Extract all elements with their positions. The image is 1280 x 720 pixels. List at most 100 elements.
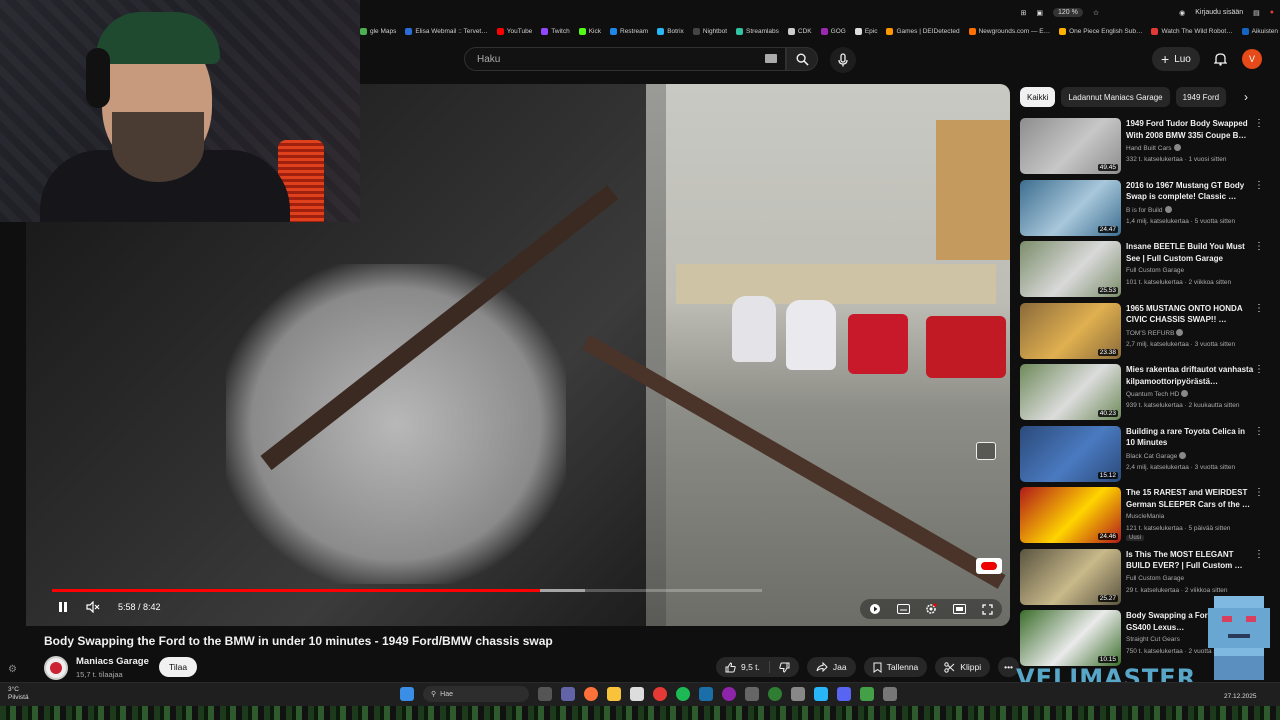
video-thumbnail[interactable]: 25.53: [1020, 241, 1121, 297]
bookmark-item[interactable]: Epic: [854, 28, 877, 35]
clip-button[interactable]: Klippi: [935, 657, 991, 677]
chip-all[interactable]: Kaikki: [1020, 87, 1056, 107]
search-input[interactable]: Haku: [464, 47, 786, 71]
video-thumbnail[interactable]: 40.23: [1020, 364, 1121, 420]
recommendation-item[interactable]: 24.47 2016 to 1967 Mustang GT Body Swap i…: [1020, 178, 1270, 240]
recommendation-channel[interactable]: B is for Build: [1126, 205, 1172, 214]
recommendation-item[interactable]: 15.12 Building a rare Toyota Celica in 10…: [1020, 424, 1270, 486]
miniplayer-icon[interactable]: [976, 442, 996, 460]
video-thumbnail[interactable]: 15.12: [1020, 425, 1121, 482]
recommendation-title[interactable]: 1949 Ford Tudor Body Swapped With 2008 B…: [1126, 118, 1256, 141]
notifications-button[interactable]: [1208, 47, 1232, 71]
discord-icon[interactable]: [837, 687, 851, 701]
recommendation-item[interactable]: 49.45 1949 Ford Tudor Body Swapped With 2…: [1020, 116, 1270, 178]
more-vertical-icon[interactable]: ⋮: [1254, 487, 1264, 498]
weather-widget[interactable]: 3°C Pilvistä: [8, 686, 29, 702]
bookmark-item[interactable]: Watch The Wild Robot…: [1151, 28, 1233, 35]
bookmark-item[interactable]: YouTube: [496, 28, 532, 35]
fullscreen-icon[interactable]: [980, 602, 994, 616]
bookmark-item[interactable]: Kick: [578, 28, 601, 35]
theater-mode-icon[interactable]: [952, 602, 966, 616]
recommendation-channel[interactable]: MuscleMania: [1126, 513, 1164, 520]
mute-icon[interactable]: [86, 601, 100, 613]
video-thumbnail[interactable]: 23.38: [1020, 302, 1121, 359]
more-vertical-icon[interactable]: ⋮: [1254, 426, 1264, 437]
more-vertical-icon[interactable]: ⋮: [1254, 303, 1264, 314]
autoplay-icon[interactable]: [868, 602, 882, 616]
extensions-icon[interactable]: ▤: [1253, 9, 1260, 17]
video-thumbnail[interactable]: 10.15: [1020, 610, 1121, 666]
xbox-icon[interactable]: [768, 687, 782, 701]
reader-icon[interactable]: ⊞: [1021, 9, 1027, 17]
recommendation-item[interactable]: 24.46 The 15 RAREST and WEIRDEST German S…: [1020, 485, 1270, 547]
bookmark-item[interactable]: gle Maps: [360, 28, 396, 35]
app-icon[interactable]: [883, 687, 897, 701]
firefox-icon[interactable]: [584, 687, 598, 701]
recommendation-channel[interactable]: Full Custom Garage: [1126, 575, 1184, 582]
save-button[interactable]: Tallenna: [863, 657, 928, 677]
spotify-icon[interactable]: [676, 687, 690, 701]
recommendation-item[interactable]: 23.38 1965 MUSTANG ONTO HONDA CIVIC CHASS…: [1020, 301, 1270, 363]
pause-icon[interactable]: [58, 601, 68, 613]
bookmark-item[interactable]: CDK: [787, 28, 812, 35]
channel-watermark-icon[interactable]: [976, 558, 1002, 574]
favorite-star-icon[interactable]: ☆: [1093, 9, 1099, 17]
bookmark-item[interactable]: Elisa Webmail :: Tervet…: [405, 28, 488, 35]
recommendation-title[interactable]: The 15 RAREST and WEIRDEST German SLEEPE…: [1126, 487, 1256, 510]
more-vertical-icon[interactable]: ⋮: [1254, 549, 1264, 560]
keyboard-icon[interactable]: [765, 54, 777, 63]
bookmark-item[interactable]: Newgrounds.com — E…: [968, 28, 1050, 35]
bookmark-item[interactable]: Streamlabs: [736, 28, 779, 35]
task-view-icon[interactable]: [538, 687, 552, 701]
more-vertical-icon[interactable]: ⋮: [1254, 241, 1264, 252]
bookmark-item[interactable]: Nightbot: [692, 28, 727, 35]
tab-icon[interactable]: ▣: [1036, 9, 1043, 17]
file-explorer-icon[interactable]: [607, 687, 621, 701]
recommendation-title[interactable]: Insane BEETLE Build You Must See | Full …: [1126, 241, 1256, 264]
recommendation-channel[interactable]: Straight Cut Gears: [1126, 636, 1180, 643]
chip-1949-ford[interactable]: 1949 Ford: [1175, 87, 1227, 107]
channel-name[interactable]: Maniacs Garage: [76, 656, 149, 667]
chip-uploaded-by[interactable]: Ladannut Maniacs Garage: [1061, 87, 1170, 107]
recommendation-title[interactable]: 1965 MUSTANG ONTO HONDA CIVIC CHASSIS SW…: [1126, 303, 1256, 326]
more-vertical-icon[interactable]: ⋮: [1254, 364, 1264, 375]
more-vertical-icon[interactable]: ⋮: [1254, 118, 1264, 129]
profile-icon[interactable]: ◉: [1179, 9, 1185, 17]
recommendation-channel[interactable]: TOM'S REFURB: [1126, 328, 1184, 337]
app-icon[interactable]: [860, 687, 874, 701]
video-thumbnail[interactable]: 24.46: [1020, 487, 1121, 543]
create-button[interactable]: + Luo: [1152, 47, 1200, 71]
progress-bar[interactable]: [52, 589, 762, 592]
more-vertical-icon[interactable]: ⋮: [1254, 180, 1264, 191]
calculator-icon[interactable]: [745, 687, 759, 701]
channel-avatar[interactable]: [44, 656, 68, 680]
bookmark-item[interactable]: Twitch: [541, 28, 570, 35]
teams-icon[interactable]: [561, 687, 575, 701]
video-thumbnail[interactable]: 25.27: [1020, 548, 1121, 605]
account-avatar[interactable]: V: [1242, 49, 1262, 69]
bookmark-item[interactable]: Botrix: [657, 28, 684, 35]
windows-start-icon[interactable]: [400, 687, 414, 701]
like-button[interactable]: 9,5 t.: [716, 657, 769, 677]
obs-icon[interactable]: [722, 687, 736, 701]
store-icon[interactable]: [630, 687, 644, 701]
settings-icon[interactable]: [924, 602, 938, 616]
bookmark-item[interactable]: Aikuisten sosiaalipalve…: [1241, 28, 1280, 35]
recommendation-item[interactable]: 40.23 Mies rakentaa driftautot vanhasta k…: [1020, 362, 1270, 424]
video-thumbnail[interactable]: 49.45: [1020, 118, 1121, 174]
settings-app-icon[interactable]: [791, 687, 805, 701]
menu-icon[interactable]: ●: [1270, 9, 1274, 16]
dislike-button[interactable]: [770, 657, 799, 677]
recommendation-title[interactable]: Building a rare Toyota Celica in 10 Minu…: [1126, 426, 1256, 449]
bookmark-item[interactable]: One Piece English Sub…: [1059, 28, 1142, 35]
recommendation-channel[interactable]: Black Cat Garage: [1126, 451, 1187, 460]
subscribe-button[interactable]: Tilaa: [159, 657, 198, 677]
recommendation-channel[interactable]: Full Custom Garage: [1126, 267, 1184, 274]
recommendation-item[interactable]: 25.53 Insane BEETLE Build You Must See | …: [1020, 239, 1270, 301]
recommendation-channel[interactable]: Quantum Tech HD: [1126, 390, 1189, 398]
chevron-right-icon[interactable]: ›: [1238, 88, 1254, 106]
recommendation-title[interactable]: Mies rakentaa driftautot vanhasta kilpam…: [1126, 364, 1256, 387]
app-icon[interactable]: [814, 687, 828, 701]
steam-icon[interactable]: [699, 687, 713, 701]
bookmark-item[interactable]: Games | DEIDetected: [886, 28, 960, 35]
